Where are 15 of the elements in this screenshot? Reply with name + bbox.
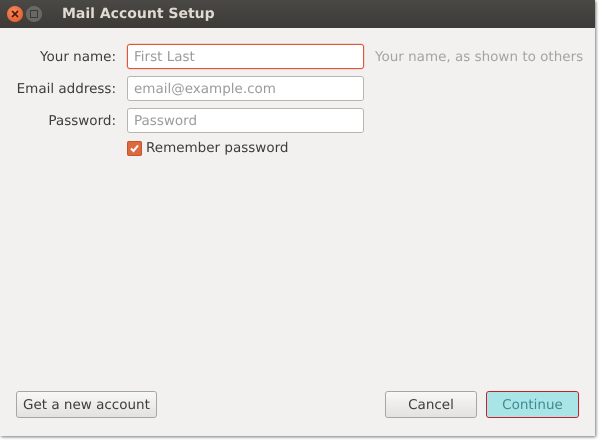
field-label: Password:: [47, 112, 116, 128]
input-field[interactable]: email@example.com: [127, 76, 364, 101]
cancel-button[interactable]: Cancel: [385, 391, 477, 418]
input-field[interactable]: Password: [127, 108, 364, 133]
field-hint: Your name, as shown to others: [375, 48, 584, 64]
close-button[interactable]: [7, 6, 23, 22]
input-field[interactable]: First Last: [127, 44, 364, 69]
get-new-account-button[interactable]: Get a new account: [16, 391, 157, 418]
remember-checkbox[interactable]: [127, 140, 142, 156]
close-icon: [11, 10, 19, 18]
field-label: Email address:: [16, 80, 116, 96]
window-title: Mail Account Setup: [62, 6, 215, 22]
field-label: Your name:: [39, 48, 116, 64]
check-icon: [129, 142, 140, 154]
checkbox-label[interactable]: Remember password: [146, 140, 288, 156]
